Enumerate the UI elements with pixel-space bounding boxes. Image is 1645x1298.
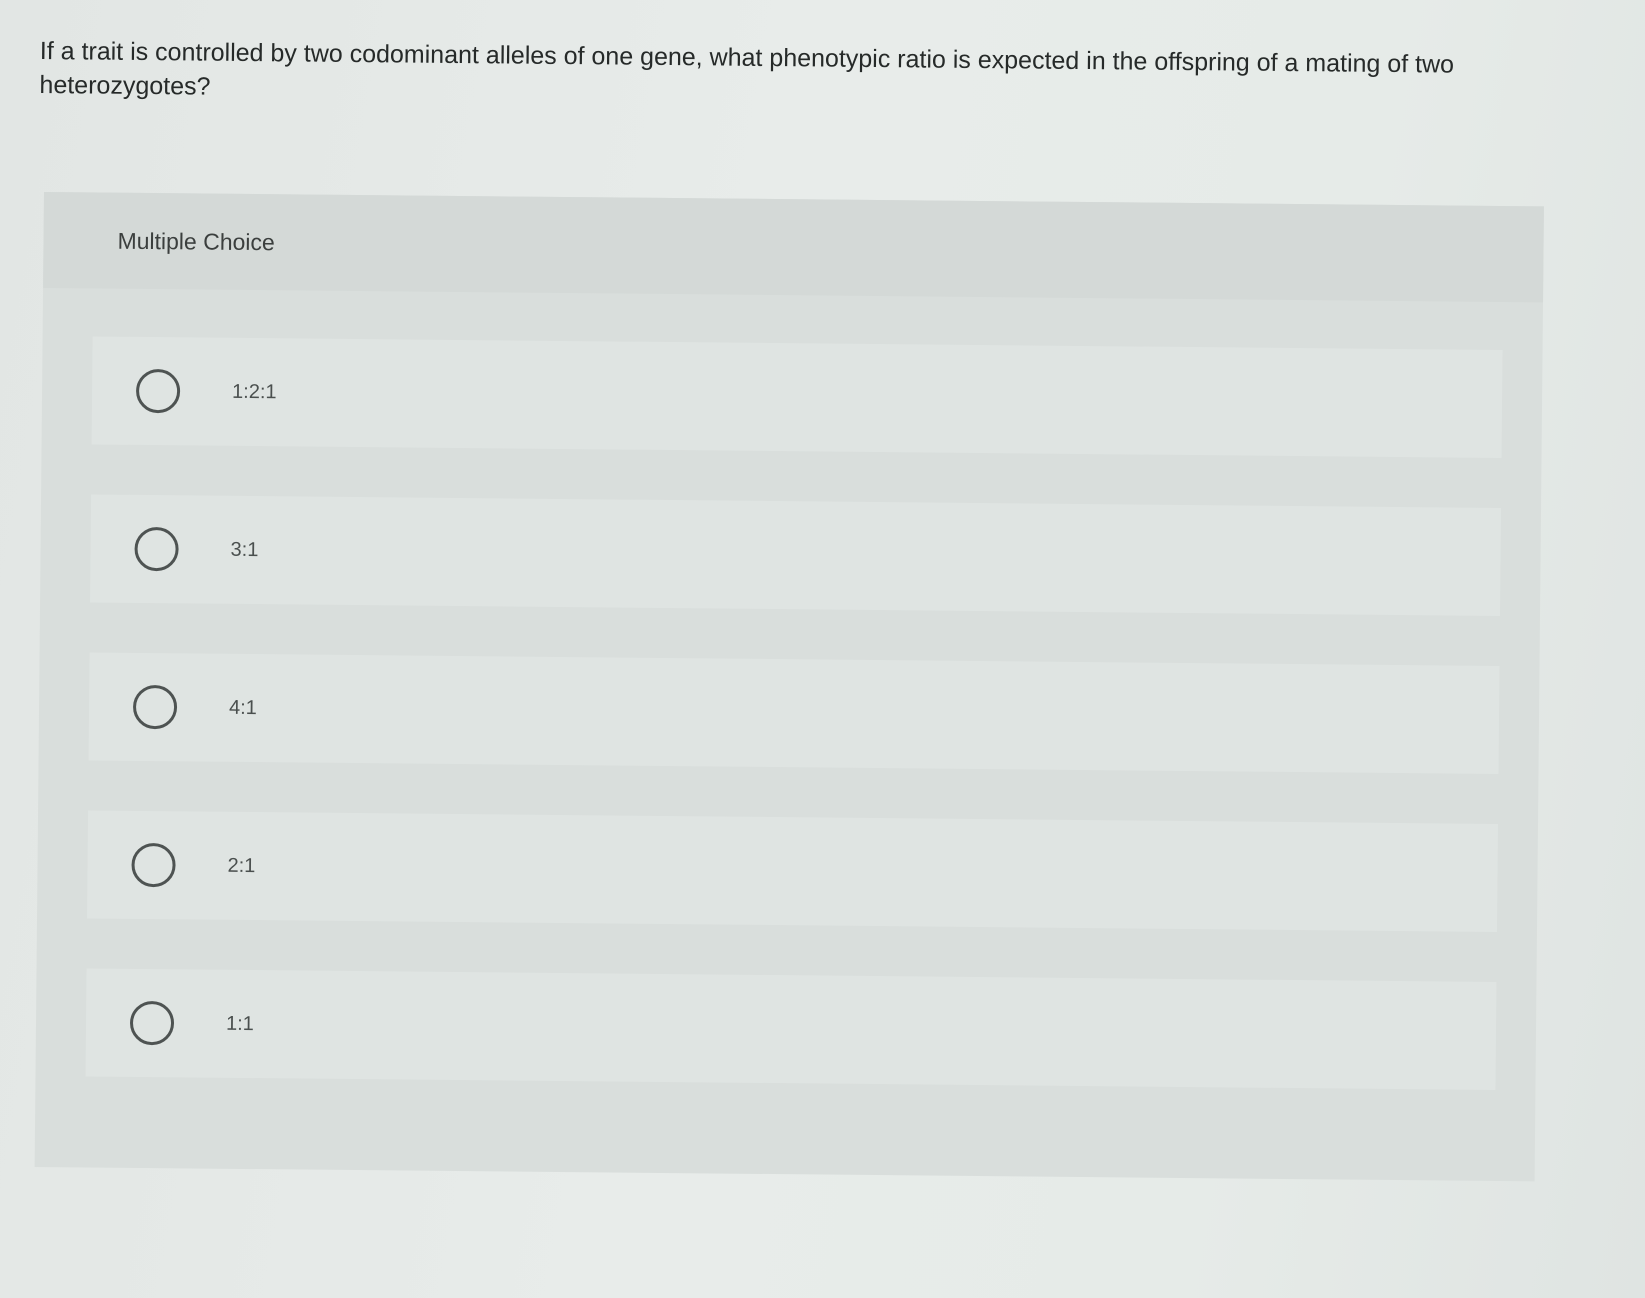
radio-button[interactable] bbox=[132, 684, 178, 730]
option-label: 1:1 bbox=[225, 1012, 254, 1035]
question-text: If a trait is controlled by two codomina… bbox=[39, 36, 1455, 101]
option-row[interactable]: 1:1 bbox=[85, 968, 1497, 1090]
option-label: 4:1 bbox=[228, 696, 257, 719]
option-label: 1:2:1 bbox=[231, 380, 277, 403]
multiple-choice-title: Multiple Choice bbox=[117, 227, 275, 255]
radio-button[interactable] bbox=[135, 368, 181, 414]
option-row[interactable]: 3:1 bbox=[90, 494, 1502, 616]
multiple-choice-panel: Multiple Choice 1:2:1 3:1 4:1 2:1 1:1 bbox=[34, 192, 1544, 1182]
option-label: 2:1 bbox=[227, 854, 256, 877]
multiple-choice-header: Multiple Choice bbox=[43, 192, 1544, 303]
options-list: 1:2:1 3:1 4:1 2:1 1:1 bbox=[36, 288, 1543, 1090]
option-label: 3:1 bbox=[230, 538, 259, 561]
option-row[interactable]: 1:2:1 bbox=[91, 336, 1503, 459]
radio-button[interactable] bbox=[134, 526, 179, 572]
radio-button[interactable] bbox=[129, 1000, 175, 1046]
radio-button[interactable] bbox=[131, 842, 176, 888]
option-row[interactable]: 2:1 bbox=[87, 810, 1499, 932]
option-row[interactable]: 4:1 bbox=[88, 652, 1500, 774]
